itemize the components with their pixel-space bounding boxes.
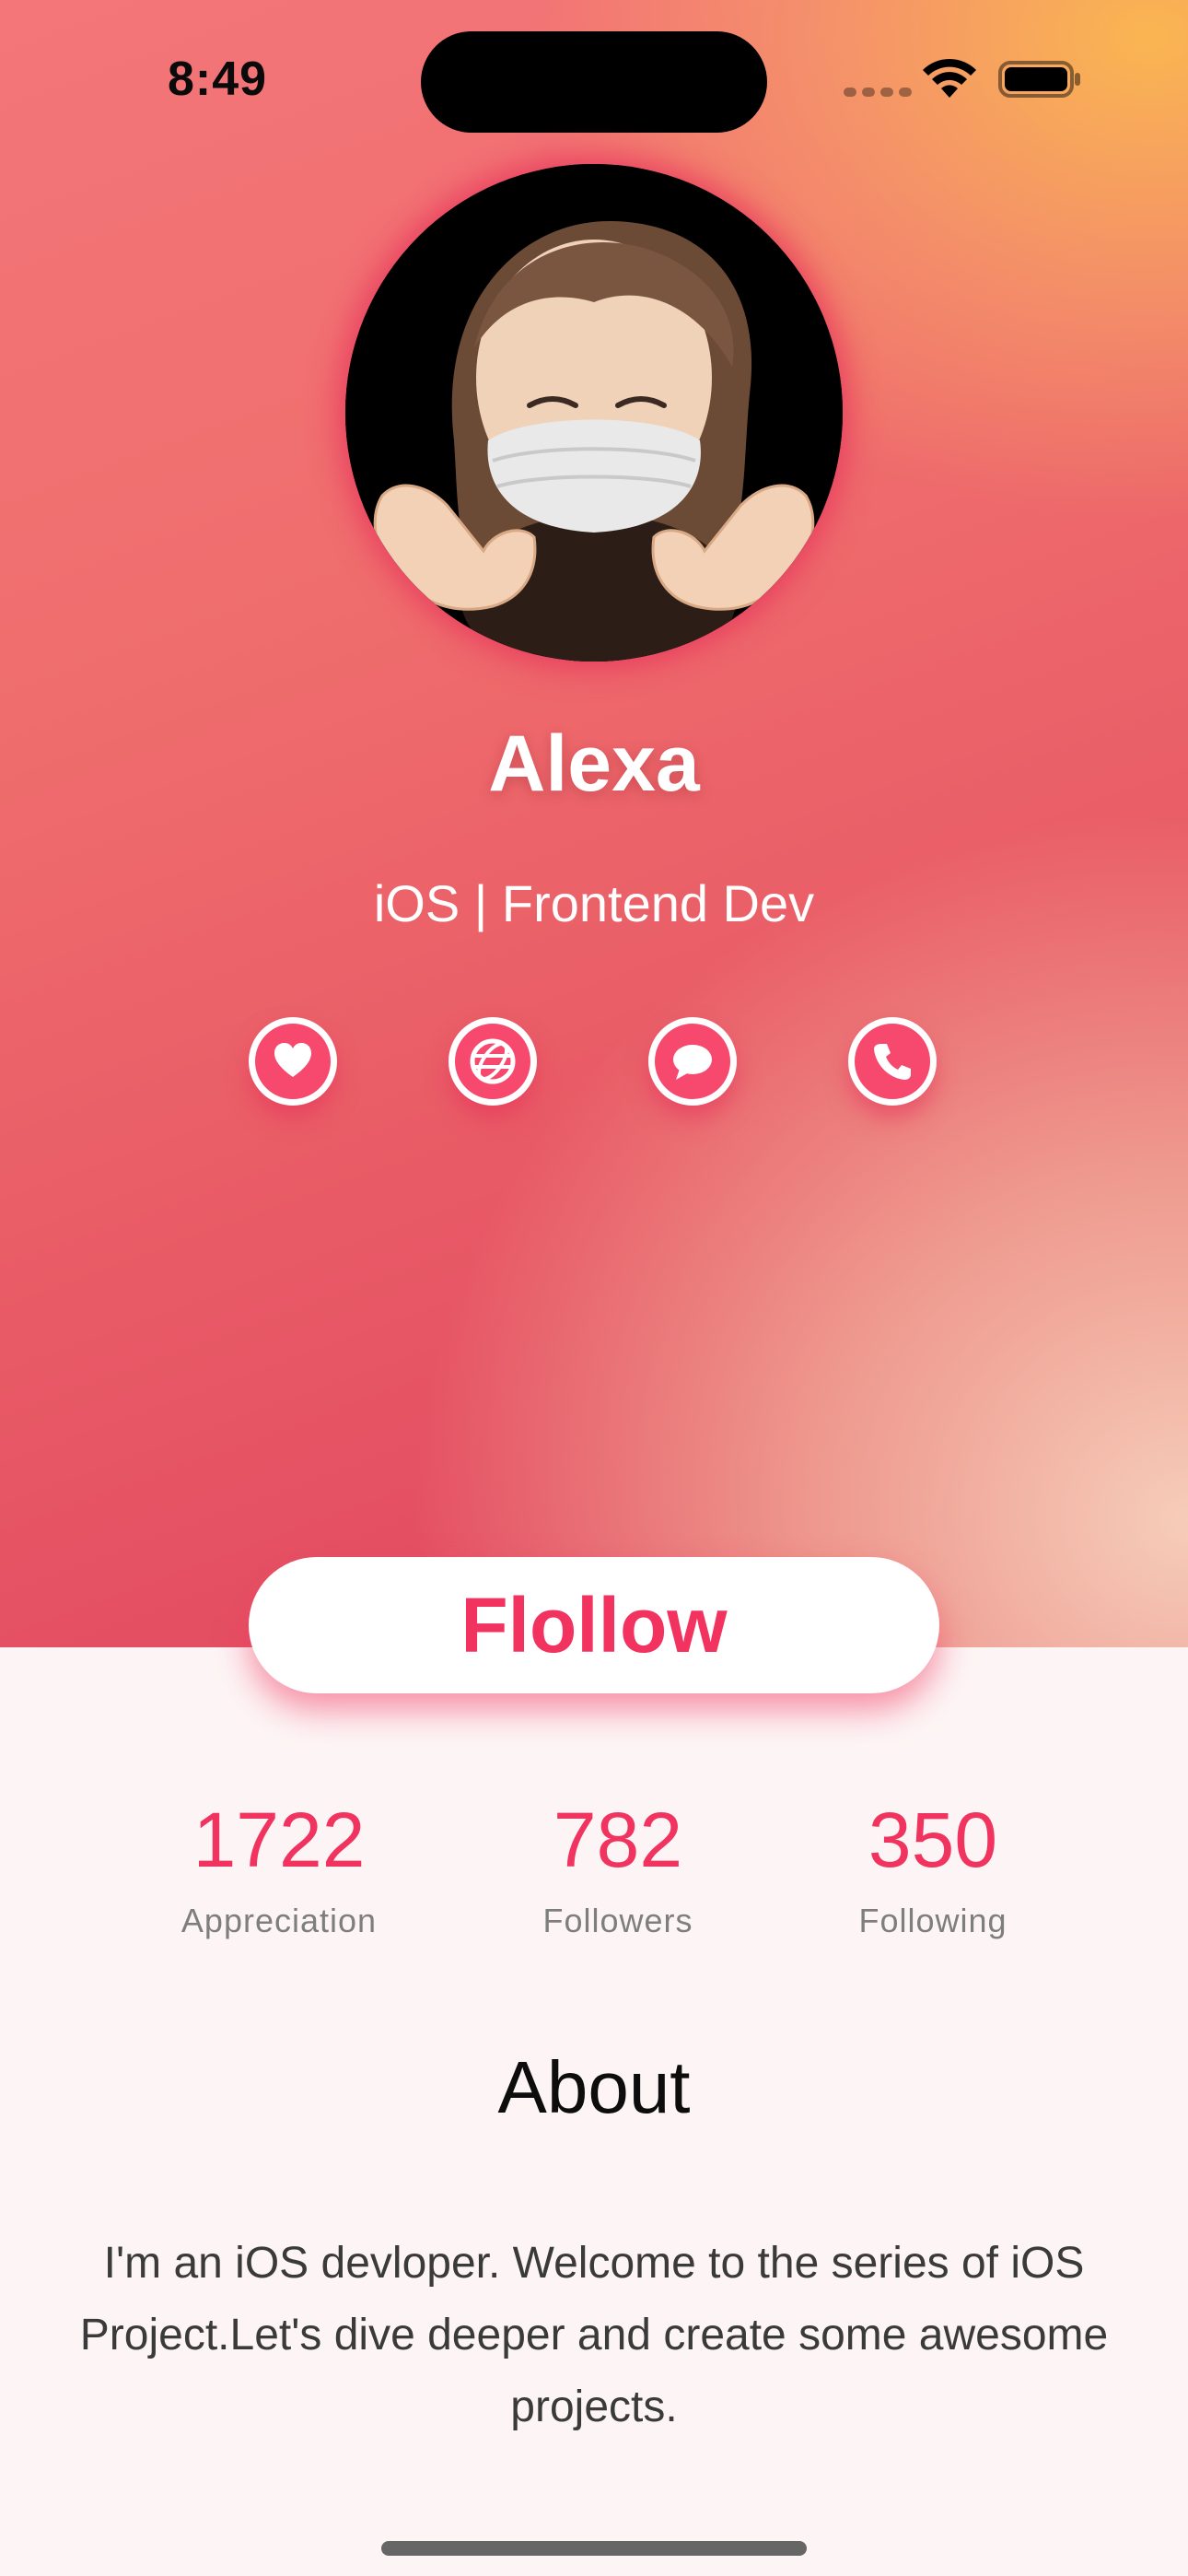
profile-subtitle: iOS | Frontend Dev — [373, 874, 815, 932]
follow-button[interactable]: Flollow — [249, 1557, 939, 1693]
stat-label: Following — [858, 1902, 1007, 1939]
heart-button[interactable] — [249, 1017, 337, 1106]
stat-label: Appreciation — [181, 1902, 378, 1939]
cellular-signal-icon — [844, 88, 912, 97]
stat-appreciation: 1722 Appreciation — [95, 1789, 463, 1940]
stat-followers: 782 Followers — [434, 1789, 802, 1940]
status-time: 8:49 — [168, 53, 268, 106]
avatar — [345, 164, 843, 662]
globe-icon — [470, 1038, 516, 1084]
home-indicator[interactable] — [381, 2541, 807, 2556]
about-title: About — [497, 2046, 691, 2128]
battery-icon — [998, 61, 1080, 98]
wifi-icon — [923, 58, 976, 98]
phone-icon — [874, 1044, 911, 1080]
stat-value: 1722 — [192, 1797, 366, 1883]
stat-following: 350 Following — [749, 1789, 1117, 1940]
message-button[interactable] — [648, 1017, 737, 1106]
heart-icon — [274, 1043, 311, 1077]
profile-name: Alexa — [488, 720, 700, 808]
memoji-avatar-image — [345, 164, 843, 662]
stat-value: 782 — [553, 1797, 683, 1883]
globe-button[interactable] — [448, 1017, 537, 1106]
phone-button[interactable] — [848, 1017, 937, 1106]
stat-label: Followers — [542, 1902, 693, 1939]
about-text: I'm an iOS devloper. Welcome to the seri… — [79, 2239, 1109, 2431]
message-icon — [673, 1045, 712, 1080]
stat-value: 350 — [868, 1797, 998, 1883]
dynamic-island — [421, 31, 767, 133]
